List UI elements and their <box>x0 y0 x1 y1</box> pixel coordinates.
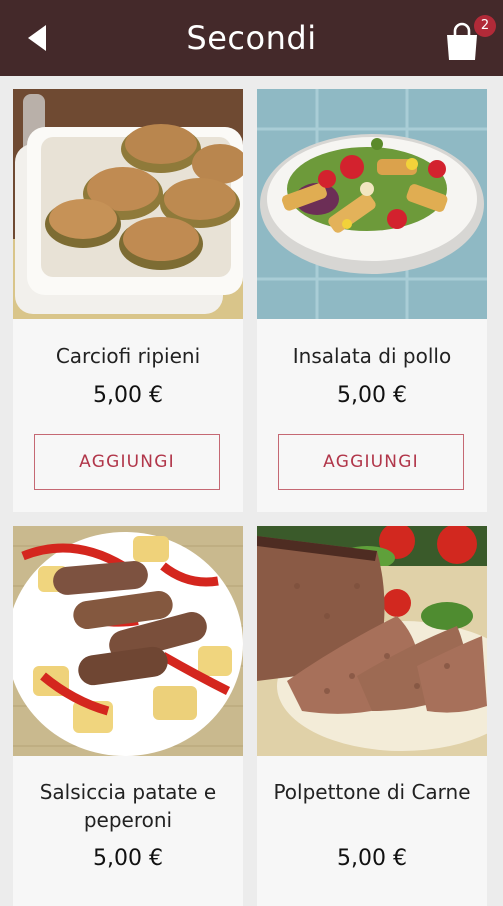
cart-button[interactable]: 2 <box>444 15 496 60</box>
page-title: Secondi <box>186 19 317 57</box>
add-to-cart-button[interactable]: AGGIUNGI <box>278 434 464 490</box>
product-card: Salsiccia patate e peperoni 5,00 € <box>13 526 243 906</box>
add-to-cart-button[interactable]: AGGIUNGI <box>34 434 220 490</box>
back-button[interactable] <box>20 20 54 56</box>
product-card: Insalata di pollo 5,00 € AGGIUNGI <box>257 89 487 512</box>
product-image <box>13 89 243 319</box>
product-name: Insalata di pollo <box>292 344 452 368</box>
product-name: Salsiccia patate e peperoni <box>39 780 217 832</box>
product-price: 5,00 € <box>337 846 407 871</box>
back-arrow-icon <box>28 25 46 51</box>
product-price: 5,00 € <box>337 383 407 408</box>
product-image <box>257 526 487 756</box>
product-price: 5,00 € <box>93 383 163 408</box>
cart-count-badge: 2 <box>474 15 496 37</box>
product-name: Polpettone di Carne <box>273 780 471 804</box>
app-header: Secondi 2 <box>0 0 503 76</box>
product-name: Carciofi ripieni <box>55 344 201 368</box>
product-image <box>257 89 487 319</box>
product-image <box>13 526 243 756</box>
product-card: Carciofi ripieni 5,00 € AGGIUNGI <box>13 89 243 512</box>
product-card: Polpettone di Carne 5,00 € <box>257 526 487 906</box>
product-price: 5,00 € <box>93 846 163 871</box>
